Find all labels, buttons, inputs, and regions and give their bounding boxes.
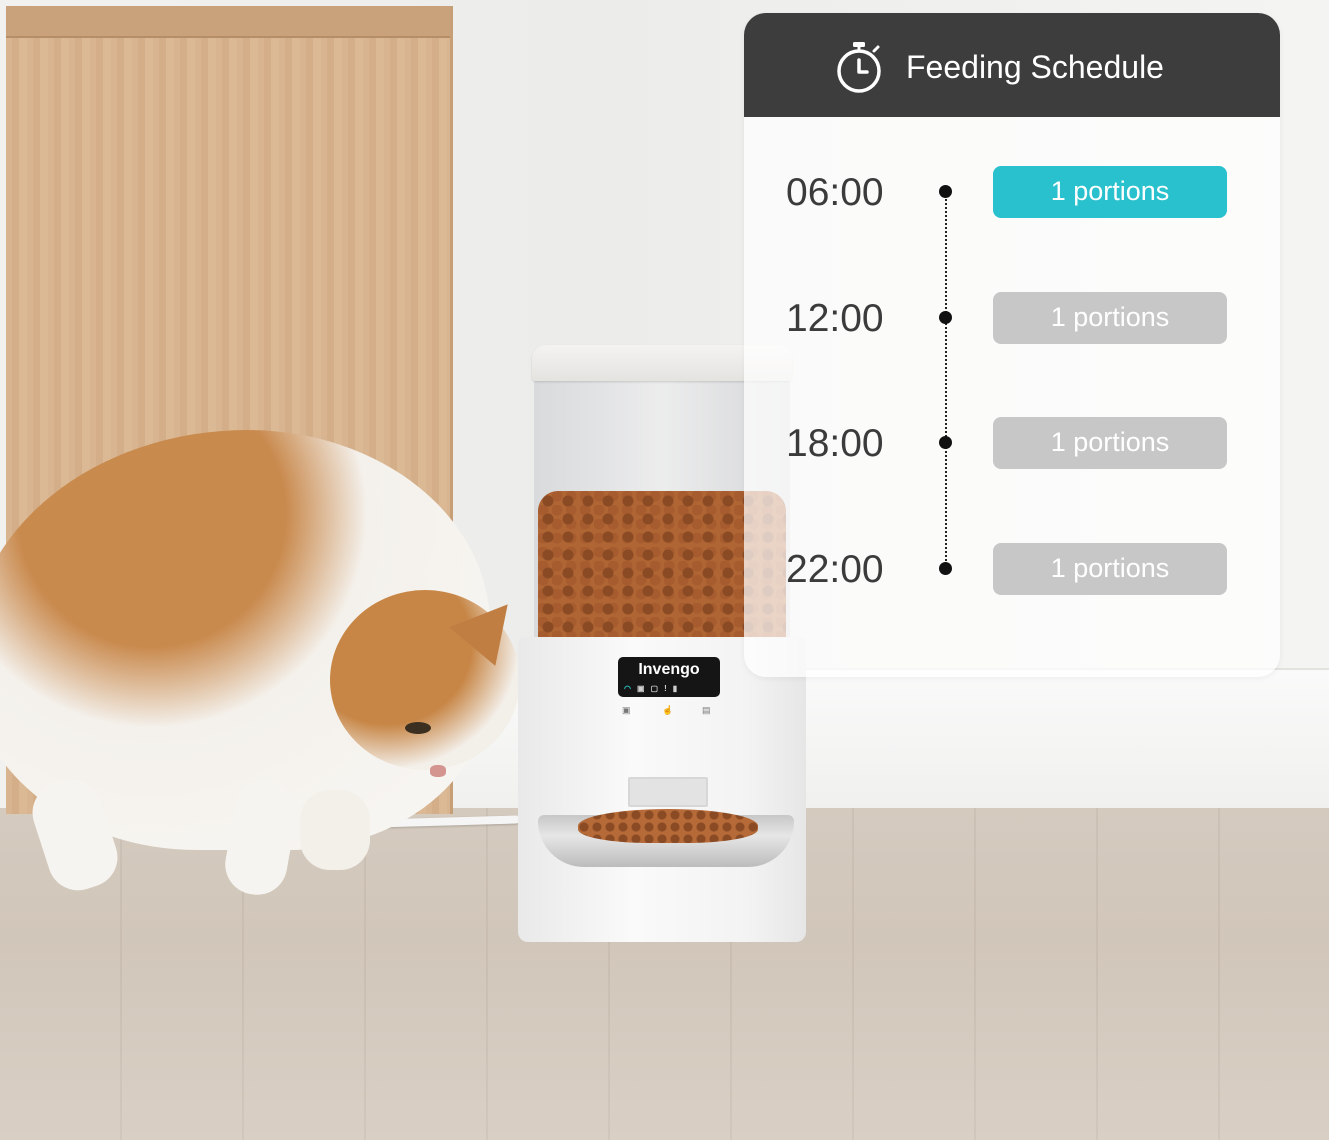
portion-button[interactable]: 1 portions (993, 292, 1227, 344)
lock-icon: ▣ (636, 684, 651, 693)
portion-button[interactable]: 1 portions (993, 543, 1227, 595)
wifi-icon: ◠ (624, 684, 637, 693)
record-button-icon: ▤ (702, 705, 711, 715)
feeding-schedule-card: Feeding Schedule 06:00 1 portions 12:00 … (744, 13, 1280, 677)
food-chute (628, 777, 708, 807)
cat-nose (430, 765, 446, 777)
lock-button-icon: ▣ (622, 705, 631, 715)
schedule-time: 06:00 (786, 171, 884, 214)
battery-icon: ▮ (672, 684, 684, 693)
timeline-dot (939, 562, 952, 575)
cat-leg (300, 790, 370, 870)
bowl-kibble (578, 809, 758, 843)
portion-button-active[interactable]: 1 portions (993, 166, 1227, 218)
timeline-dot (939, 311, 952, 324)
card-header: Feeding Schedule (744, 13, 1280, 117)
brand-logo: Invengo (638, 661, 700, 678)
timeline-line (945, 191, 947, 569)
exclamation-icon: ! (664, 684, 673, 693)
schedule-time: 18:00 (786, 422, 884, 465)
schedule-time: 22:00 (786, 548, 884, 591)
feeder-base: Invengo ◠▣▢!▮ ▣ ☝ ▤ (518, 637, 806, 942)
cat-eye (405, 722, 431, 734)
timeline-dot (939, 185, 952, 198)
portion-button[interactable]: 1 portions (993, 417, 1227, 469)
stopwatch-icon (837, 42, 881, 93)
unlock-icon: ▢ (650, 684, 665, 693)
display-status-icons: ◠▣▢!▮ (624, 684, 683, 694)
schedule-time: 12:00 (786, 297, 884, 340)
food-bowl (538, 809, 794, 867)
manual-feed-button-icon: ☝ (662, 705, 674, 715)
timeline-dot (939, 436, 952, 449)
feeder-display: Invengo ◠▣▢!▮ (618, 657, 720, 697)
cabinet-top (6, 6, 450, 38)
card-title: Feeding Schedule (906, 49, 1164, 85)
